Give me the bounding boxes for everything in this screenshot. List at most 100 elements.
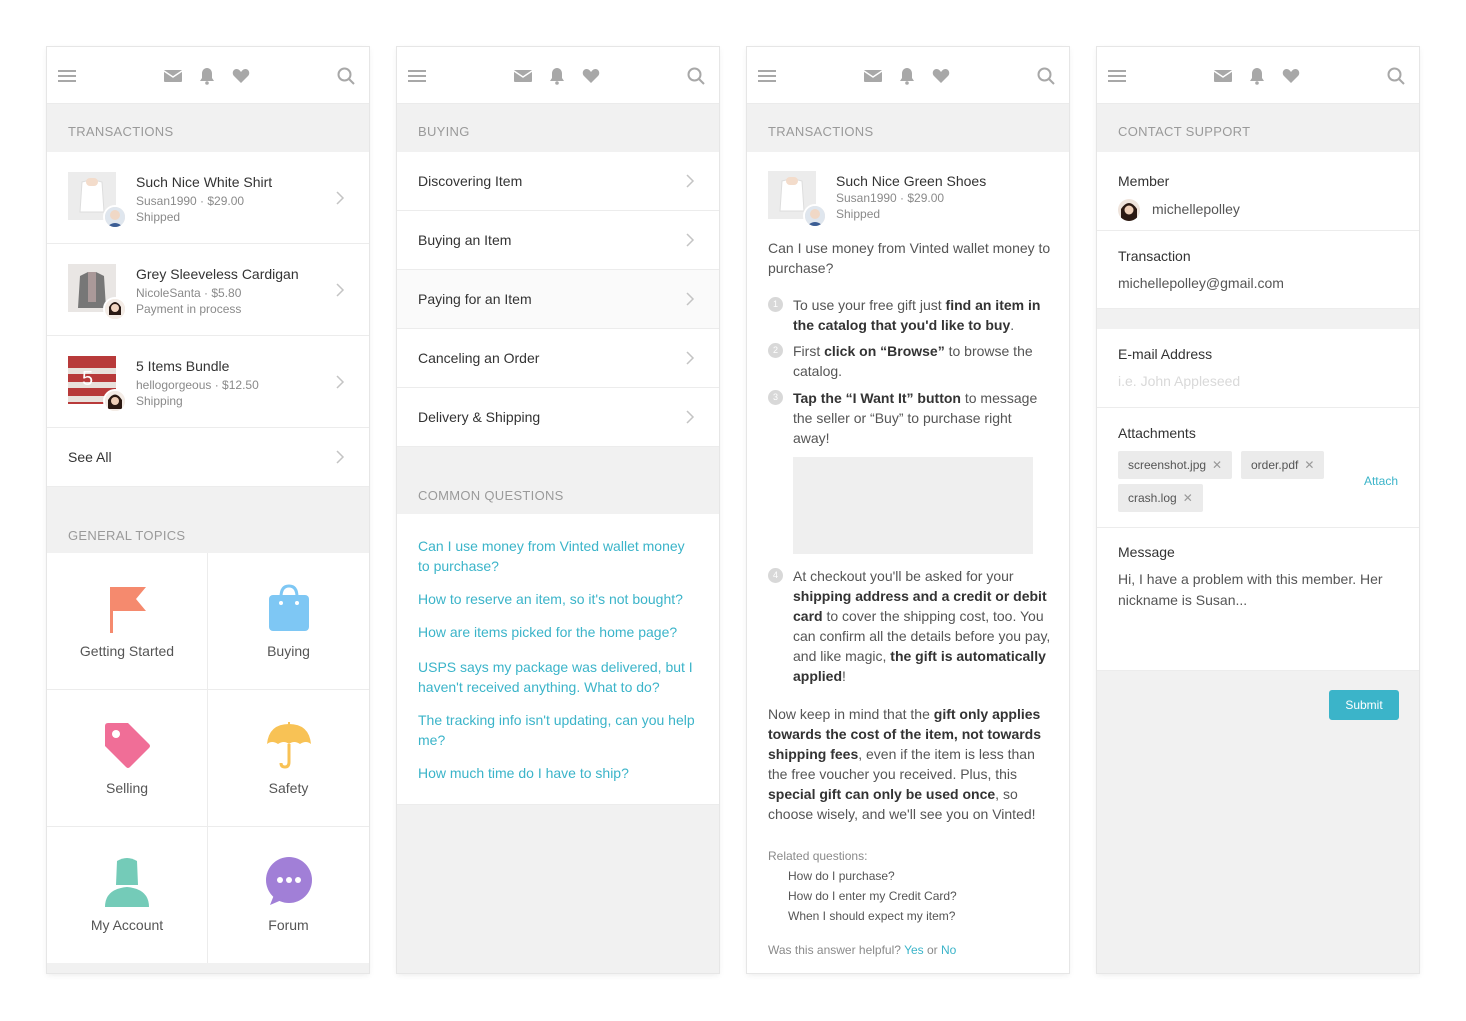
list-item-label: Delivery & Shipping — [418, 409, 541, 425]
chevron-right-icon — [683, 351, 697, 365]
menu-icon[interactable] — [1108, 67, 1126, 85]
question-link[interactable]: How to reserve an item, so it's not boug… — [397, 589, 719, 622]
see-all-link[interactable]: See All — [68, 449, 112, 465]
field-label: Attachments — [1118, 425, 1196, 441]
avatar — [103, 297, 127, 321]
list-item-label: Discovering Item — [418, 173, 523, 189]
message-textarea[interactable]: Hi, I have a problem with this member. H… — [1118, 569, 1398, 611]
avatar — [103, 389, 127, 413]
list-item-label: Buying an Item — [418, 232, 512, 248]
chevron-right-icon — [333, 283, 347, 297]
search-icon[interactable] — [1037, 67, 1055, 85]
chevron-right-icon — [333, 191, 347, 205]
topic-selling[interactable]: Selling — [47, 690, 207, 826]
mail-icon[interactable] — [514, 67, 532, 85]
transaction-row[interactable]: 5 5 Items Bundle hellogorgeous · $12.50 S… — [47, 336, 369, 428]
topic-label: Buying — [267, 643, 310, 659]
mail-icon[interactable] — [164, 67, 182, 85]
umbrella-icon — [266, 722, 311, 769]
topic-safety[interactable]: Safety — [208, 690, 369, 826]
attach-link[interactable]: Attach — [1364, 474, 1398, 488]
list-item[interactable]: Buying an Item — [397, 211, 719, 270]
step-number: 1 — [768, 297, 783, 312]
top-bar — [47, 47, 369, 104]
flag-icon — [110, 587, 146, 633]
helpful-yes-link[interactable]: Yes — [904, 943, 924, 957]
list-item[interactable]: Delivery & Shipping — [397, 388, 719, 447]
question-link[interactable]: USPS says my package was delivered, but … — [397, 657, 719, 710]
chat-bubble-icon — [265, 857, 312, 905]
screen-help-home: TRANSACTIONS Such Nice White Shirt Susan… — [47, 47, 369, 973]
heart-icon[interactable] — [1282, 67, 1300, 85]
screen-contact-support: CONTACT SUPPORT Member michellepolley Tr… — [1097, 47, 1419, 973]
transaction-value: michellepolley@gmail.com — [1118, 275, 1284, 291]
chevron-right-icon — [683, 292, 697, 306]
close-icon[interactable]: ✕ — [1183, 491, 1193, 505]
submit-button[interactable]: Submit — [1329, 690, 1399, 720]
bell-icon[interactable] — [548, 67, 566, 85]
topic-buying[interactable]: Buying — [208, 553, 369, 689]
heart-icon[interactable] — [232, 67, 250, 85]
topic-forum[interactable]: Forum — [208, 827, 369, 963]
avatar — [103, 205, 127, 229]
section-header-common-questions: COMMON QUESTIONS — [418, 488, 564, 503]
image-placeholder — [793, 457, 1033, 554]
question-link[interactable]: Can I use money from Vinted wallet money… — [397, 536, 719, 589]
item-meta: Susan1990 · $29.00 Shipped — [136, 194, 245, 224]
helpful-prompt: Was this answer helpful? Yes or No — [768, 943, 957, 957]
section-header-general-topics: GENERAL TOPICS — [68, 528, 186, 543]
close-icon[interactable]: ✕ — [1212, 458, 1222, 472]
bell-icon[interactable] — [1248, 67, 1266, 85]
topic-label: Safety — [268, 780, 309, 796]
list-item-label: Paying for an Item — [418, 291, 532, 307]
chevron-right-icon — [333, 375, 347, 389]
transaction-field: Transaction michellepolley@gmail.com — [1097, 231, 1419, 309]
menu-icon[interactable] — [758, 67, 776, 85]
section-header-transactions: TRANSACTIONS — [747, 104, 1069, 152]
field-label: Message — [1118, 544, 1175, 560]
related-link[interactable]: How do I enter my Credit Card? — [788, 886, 957, 906]
list-item[interactable]: Discovering Item — [397, 152, 719, 211]
transaction-row[interactable]: Such Nice White Shirt Susan1990 · $29.00… — [47, 152, 369, 244]
heart-icon[interactable] — [932, 67, 950, 85]
chevron-right-icon — [333, 450, 347, 464]
topic-my-account[interactable]: My Account — [47, 827, 207, 963]
question-link[interactable]: How are items picked for the home page? — [397, 622, 719, 657]
transaction-summary: Such Nice Green Shoes Susan1990 · $29.00… — [747, 152, 1069, 242]
search-icon[interactable] — [687, 67, 705, 85]
transaction-row[interactable]: Grey Sleeveless Cardigan NicoleSanta · $… — [47, 244, 369, 336]
field-label: E-mail Address — [1118, 346, 1213, 362]
close-icon[interactable]: ✕ — [1304, 458, 1314, 472]
related-link[interactable]: When I should expect my item? — [788, 906, 955, 926]
top-bar — [1097, 47, 1419, 104]
field-label: Member — [1118, 173, 1170, 189]
bell-icon[interactable] — [198, 67, 216, 85]
heart-icon[interactable] — [582, 67, 600, 85]
menu-icon[interactable] — [408, 67, 426, 85]
see-all-row[interactable]: See All — [47, 428, 369, 487]
search-icon[interactable] — [337, 67, 355, 85]
bell-icon[interactable] — [898, 67, 916, 85]
item-meta: NicoleSanta · $5.80 Payment in process — [136, 286, 242, 316]
list-item-label: Canceling an Order — [418, 350, 540, 366]
list-item[interactable]: Paying for an Item — [397, 270, 719, 329]
menu-icon[interactable] — [58, 67, 76, 85]
helpful-no-link[interactable]: No — [941, 943, 956, 957]
section-header-contact-support: CONTACT SUPPORT — [1118, 124, 1251, 139]
mail-icon[interactable] — [1214, 67, 1232, 85]
email-field[interactable]: E-mail Address i.e. John Appleseed — [1097, 329, 1419, 408]
question-link[interactable]: How much time do I have to ship? — [397, 763, 719, 796]
search-icon[interactable] — [1387, 67, 1405, 85]
message-field[interactable]: Message Hi, I have a problem with this m… — [1097, 528, 1419, 671]
attachment-chip: screenshot.jpg ✕ — [1118, 451, 1233, 479]
email-input[interactable]: i.e. John Appleseed — [1118, 373, 1240, 389]
step-number: 2 — [768, 343, 783, 358]
related-link[interactable]: How do I purchase? — [788, 866, 895, 886]
question-list: Can I use money from Vinted wallet money… — [397, 514, 719, 805]
article-paragraph: Now keep in mind that the gift only appl… — [768, 706, 1042, 822]
section-header-transactions: TRANSACTIONS — [68, 124, 174, 139]
mail-icon[interactable] — [864, 67, 882, 85]
topic-getting-started[interactable]: Getting Started — [47, 553, 207, 689]
list-item[interactable]: Canceling an Order — [397, 329, 719, 388]
question-link[interactable]: The tracking info isn't updating, can yo… — [397, 710, 719, 763]
